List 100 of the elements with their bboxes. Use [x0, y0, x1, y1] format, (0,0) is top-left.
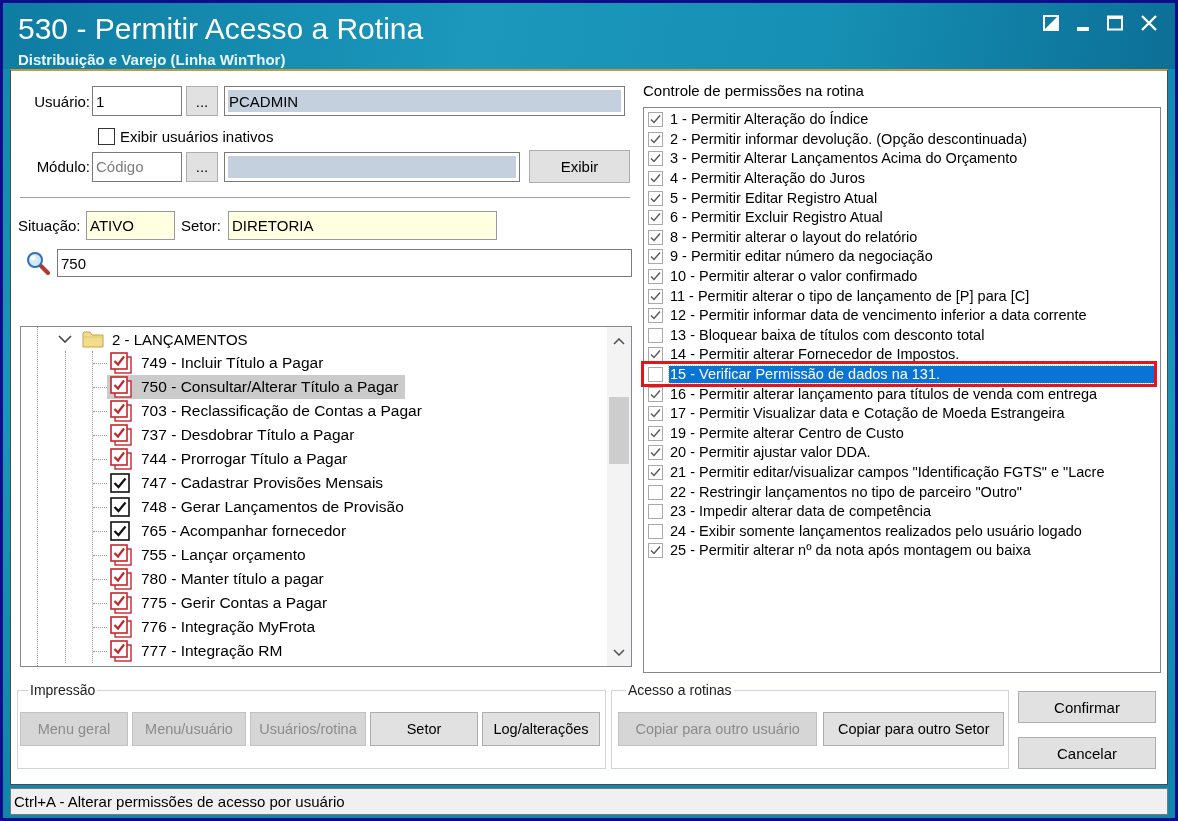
- checkbox[interactable]: [110, 376, 132, 398]
- permission-item[interactable]: 20 - Permitir ajustar valor DDA.: [669, 444, 872, 462]
- checkbox[interactable]: [648, 190, 663, 206]
- permission-item[interactable]: 2 - Permitir informar devolução. (Opção descontinuada): [669, 130, 1029, 148]
- scroll-up-icon[interactable]: [613, 337, 625, 345]
- permission-item[interactable]: 14 - Permitir alterar Fornecedor de Impostos.: [669, 346, 961, 364]
- permission-item[interactable]: 16 - Permitir alterar lançamento para títulos de venda com entrega: [669, 385, 1099, 403]
- tree-item[interactable]: 737 - Desdobrar Título a Pagar: [107, 423, 362, 447]
- checkbox[interactable]: [648, 386, 663, 402]
- tree-item[interactable]: 776 - Integração MyFrota: [107, 615, 323, 639]
- scroll-thumb[interactable]: [609, 397, 629, 464]
- tree-item[interactable]: 755 - Lançar orçamento: [107, 543, 313, 567]
- tree-item[interactable]: 765 - Acompanhar fornecedor: [107, 519, 354, 543]
- permission-item[interactable]: 15 - Verificar Permissão de dados na 131.: [669, 366, 1154, 383]
- checkbox[interactable]: [110, 521, 130, 541]
- search-field[interactable]: 750: [57, 249, 632, 277]
- permission-item[interactable]: 6 - Permitir Excluir Registro Atual: [669, 209, 884, 227]
- checkbox[interactable]: [110, 568, 132, 590]
- checkbox[interactable]: [648, 229, 663, 245]
- checkbox[interactable]: [648, 504, 663, 520]
- checkbox[interactable]: [648, 210, 663, 226]
- checkbox[interactable]: [648, 445, 663, 461]
- permission-item[interactable]: 24 - Exibir somente lançamentos realizados pelo usuário logado: [669, 522, 1083, 540]
- checkbox[interactable]: [110, 616, 132, 638]
- tree-item[interactable]: 748 - Gerar Lançamentos de Provisão: [107, 495, 411, 519]
- checkbox[interactable]: [648, 327, 663, 343]
- permission-item[interactable]: 1 - Permitir Alteração do Índice: [669, 111, 870, 129]
- half-filled-square-icon[interactable]: [1043, 15, 1059, 31]
- checkbox[interactable]: [648, 249, 663, 265]
- checkbox[interactable]: [110, 473, 130, 493]
- checkbox[interactable]: [648, 465, 663, 480]
- permission-item[interactable]: 3 - Permitir Alterar Lançamentos Acima do Orçamento: [669, 150, 1019, 168]
- checkbox[interactable]: [648, 112, 663, 128]
- permission-item[interactable]: 12 - Permitir informar data de vencimento inferior a data corrente: [669, 307, 1088, 325]
- checkbox[interactable]: [648, 131, 663, 147]
- checkbox[interactable]: [648, 308, 663, 324]
- checkbox[interactable]: [110, 592, 132, 614]
- tree-item[interactable]: 750 - Consultar/Alterar Título a Pagar: [107, 375, 406, 399]
- tree-item[interactable]: 703 - Reclassificação de Contas a Pagar: [107, 399, 429, 423]
- status-bar: Ctrl+A - Alterar permissões de acesso por usuário: [10, 788, 1168, 815]
- permission-item[interactable]: 8 - Permitir alterar o layout do relatório: [669, 228, 919, 246]
- checkbox[interactable]: [110, 400, 132, 422]
- permission-item[interactable]: 21 - Permitir editar/visualizar campos "Identificação FGTS" e "Lacre: [669, 464, 1106, 481]
- print-button[interactable]: Setor: [370, 712, 478, 746]
- print-button[interactable]: Log/alterações: [482, 712, 600, 746]
- permission-item[interactable]: 9 - Permitir editar número da negociação: [669, 248, 934, 266]
- checkbox[interactable]: [648, 425, 663, 441]
- checkbox[interactable]: [648, 406, 663, 422]
- maximize-icon[interactable]: [1107, 15, 1123, 31]
- scrollbar-track[interactable]: [607, 327, 631, 666]
- permission-item[interactable]: 19 - Permite alterar Centro de Custo: [669, 424, 905, 442]
- tree-item-label: 755 - Lançar orçamento: [141, 546, 306, 564]
- tree-item[interactable]: 747 - Cadastrar Provisões Mensais: [107, 471, 391, 495]
- checkbox[interactable]: [648, 151, 663, 167]
- user-name-field[interactable]: PCADMIN: [224, 86, 625, 116]
- show-button[interactable]: Exibir: [529, 150, 630, 183]
- user-code-field[interactable]: 1: [92, 86, 182, 116]
- checkbox[interactable]: [110, 544, 132, 566]
- tree-item[interactable]: 780 - Manter título a pagar: [107, 567, 331, 591]
- group-title: Impressão: [29, 682, 97, 698]
- checkbox[interactable]: [648, 543, 663, 559]
- copy-button[interactable]: Copiar para outro Setor: [823, 712, 1004, 746]
- checkbox[interactable]: [648, 347, 663, 363]
- checkbox[interactable]: [648, 367, 663, 382]
- checkbox[interactable]: [648, 523, 663, 539]
- tree-item[interactable]: 775 - Gerir Contas a Pagar: [107, 591, 335, 615]
- permission-item[interactable]: 10 - Permitir alterar o valor confirmado: [669, 268, 919, 286]
- browse-button[interactable]: ...: [186, 151, 218, 182]
- tree-item[interactable]: 777 - Integração RM: [107, 639, 290, 663]
- browse-button[interactable]: ...: [186, 86, 218, 116]
- folder-icon: [82, 330, 104, 348]
- permission-item[interactable]: 23 - Impedir alterar data de competência: [669, 503, 933, 521]
- permission-item[interactable]: 5 - Permitir Editar Registro Atual: [669, 189, 879, 207]
- permission-item[interactable]: 22 - Restringir lançamentos no tipo de parceiro "Outro": [669, 483, 1024, 501]
- checkbox[interactable]: [110, 424, 132, 446]
- permission-item[interactable]: 4 - Permitir Alteração do Juros: [669, 170, 867, 188]
- checkbox[interactable]: [648, 171, 663, 187]
- permission-item[interactable]: 17 - Permitir Visualizar data e Cotação de Moeda Estrangeira: [669, 405, 1066, 423]
- permission-item[interactable]: 11 - Permitir alterar o tipo de lançamento de [P] para [C]: [669, 287, 1031, 305]
- info-field[interactable]: DIRETORIA: [228, 211, 497, 240]
- module-name-field[interactable]: [224, 151, 520, 182]
- checkbox[interactable]: [648, 484, 663, 500]
- permission-item[interactable]: 25 - Permitir alterar nº da nota após montagem ou baixa: [669, 542, 1032, 560]
- chevron-down-icon[interactable]: [58, 335, 72, 343]
- checkbox[interactable]: [110, 497, 130, 517]
- checkbox[interactable]: [648, 288, 663, 304]
- checkbox[interactable]: [648, 269, 663, 285]
- scroll-down-icon[interactable]: [613, 648, 625, 656]
- module-code-field[interactable]: Código: [92, 151, 182, 182]
- action-button[interactable]: Confirmar: [1018, 691, 1156, 723]
- tree-folder-label[interactable]: 2 - LANÇAMENTOS: [112, 330, 248, 348]
- checkbox[interactable]: [110, 448, 132, 470]
- action-button[interactable]: Cancelar: [1018, 737, 1156, 769]
- tree-item[interactable]: 744 - Prorrogar Título a Pagar: [107, 447, 355, 471]
- checkbox[interactable]: [110, 640, 132, 662]
- permission-item[interactable]: 13 - Bloquear baixa de títulos com desconto total: [669, 326, 986, 344]
- close-icon[interactable]: [1141, 15, 1157, 31]
- info-field[interactable]: ATIVO: [86, 211, 175, 240]
- checkbox[interactable]: [110, 352, 132, 374]
- tree-item[interactable]: 749 - Incluir Título a Pagar: [107, 351, 331, 375]
